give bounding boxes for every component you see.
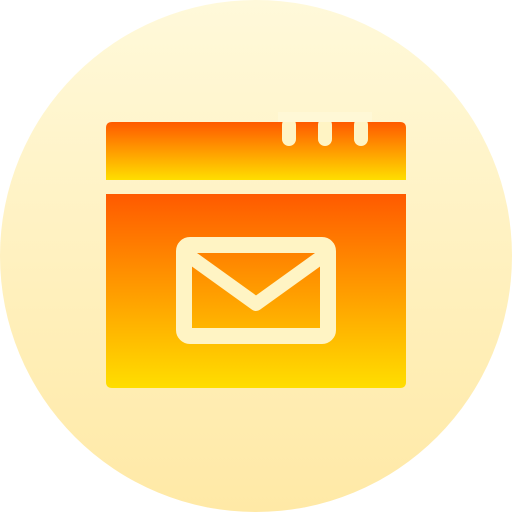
browser-content-area [106,194,406,388]
window-control-dot-2-icon [318,118,332,146]
window-controls [282,118,368,146]
notch-cover [278,112,372,122]
icon-canvas [0,0,512,512]
browser-mail-icon [0,0,512,512]
window-control-dot-3-icon [354,118,368,146]
window-control-dot-1-icon [282,118,296,146]
